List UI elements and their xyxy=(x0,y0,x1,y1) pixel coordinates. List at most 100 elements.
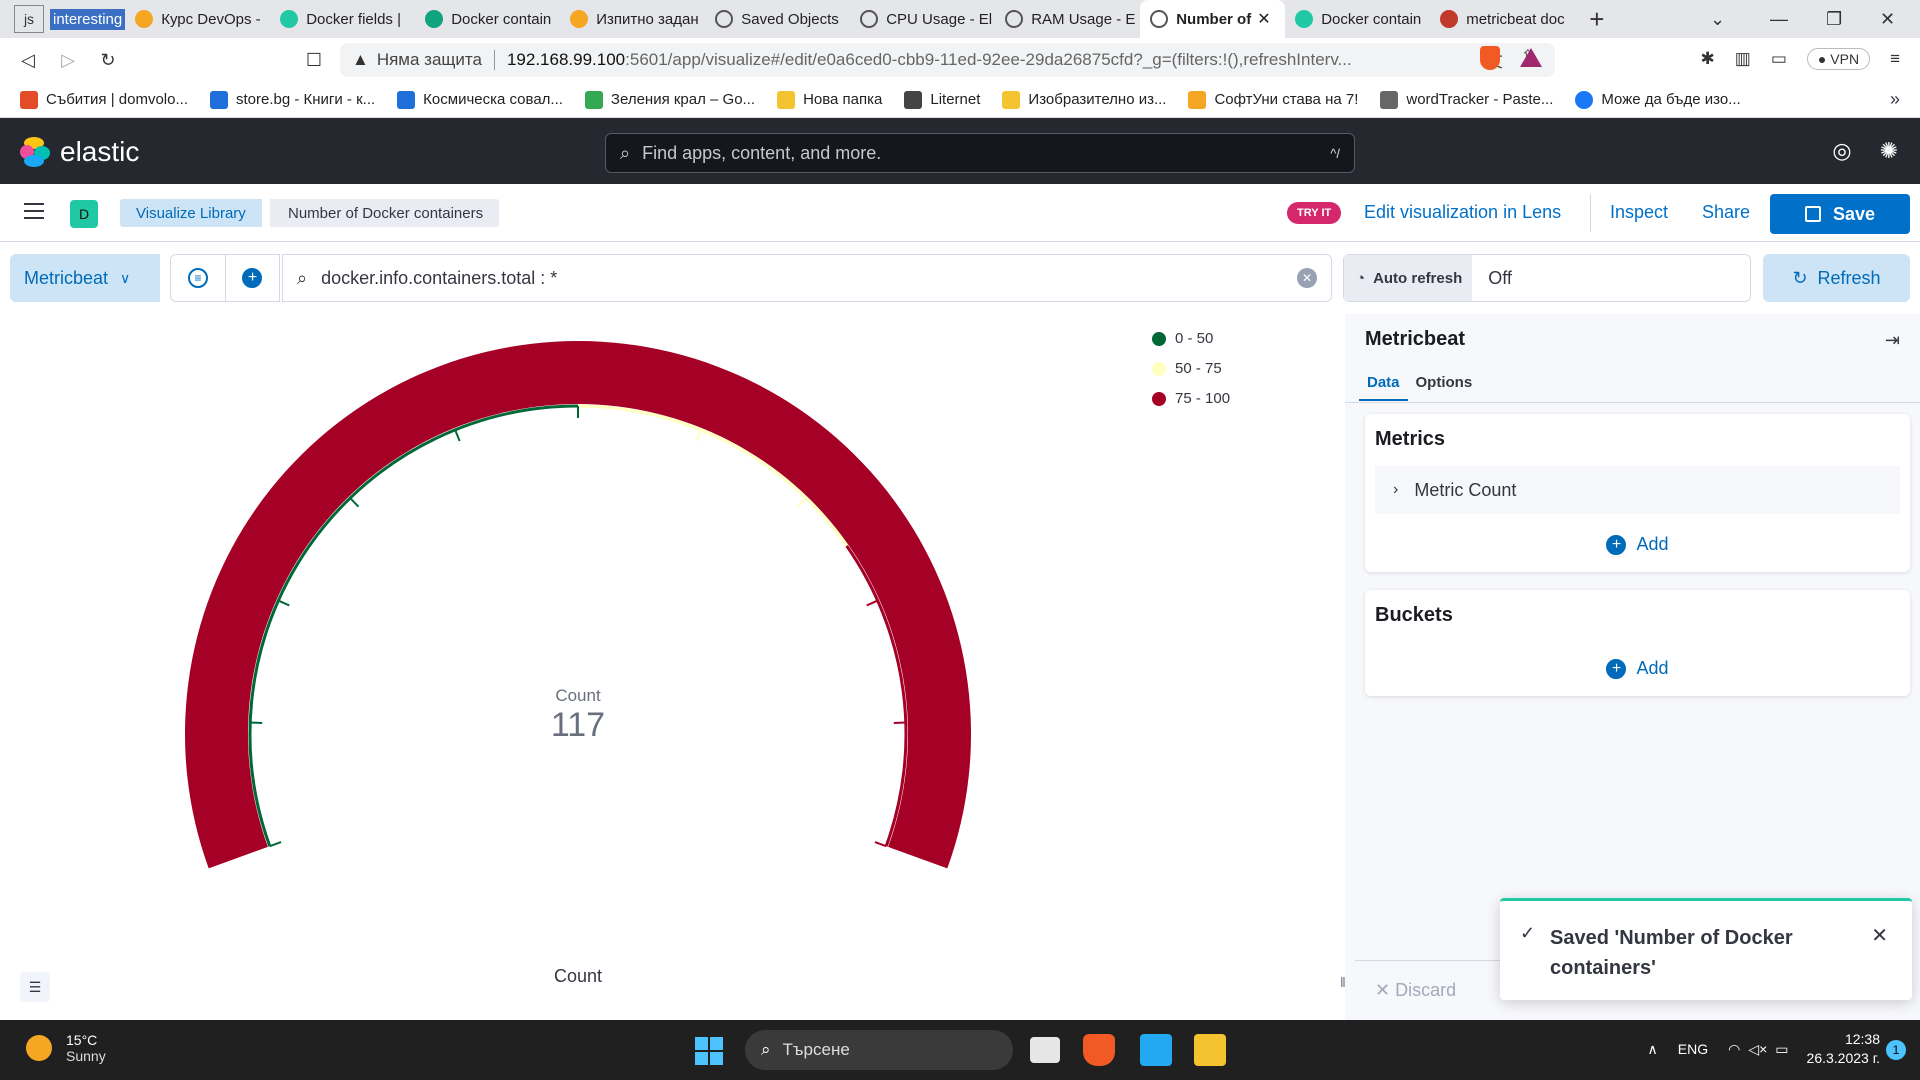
add-filter-button[interactable]: + xyxy=(224,255,279,301)
tab-docker-fields[interactable]: Docker fields | xyxy=(270,0,415,38)
hamburger-menu-icon[interactable] xyxy=(24,203,44,219)
share-link[interactable]: Share xyxy=(1702,202,1750,223)
breadcrumb-visualize-library[interactable]: Visualize Library xyxy=(120,199,262,227)
bookmark-folder[interactable]: Нова папка xyxy=(777,90,882,109)
try-it-badge: TRY IT xyxy=(1287,202,1342,224)
tab-cpu-usage[interactable]: CPU Usage - El xyxy=(850,0,995,38)
global-search-input[interactable]: ⌕ Find apps, content, and more. ^/ xyxy=(605,133,1355,173)
menu-icon[interactable]: ≡ xyxy=(1890,49,1900,69)
bookmark-item[interactable]: Може да бъде изо... xyxy=(1575,90,1741,109)
tab-ram-usage[interactable]: RAM Usage - E xyxy=(995,0,1140,38)
tab-interesting[interactable]: interesting xyxy=(50,8,126,30)
chevron-right-icon: › xyxy=(1393,481,1399,498)
tab-devops-course[interactable]: Курс DevOps - xyxy=(125,0,270,38)
weather-widget[interactable]: 15°C Sunny xyxy=(26,1032,106,1064)
vpn-button[interactable]: ● VPN xyxy=(1806,48,1871,70)
tab-data[interactable]: Data xyxy=(1359,374,1408,401)
tab-js[interactable]: js xyxy=(14,5,44,33)
minimize-icon[interactable]: — xyxy=(1770,0,1788,38)
legend-item[interactable]: 50 - 75 xyxy=(1152,360,1230,377)
brave-shield-icon[interactable] xyxy=(1480,46,1500,70)
bookmark-item[interactable]: Космическа совал... xyxy=(397,90,563,109)
extensions-icon[interactable]: ✱ xyxy=(1701,49,1715,69)
discard-button[interactable]: ✕ Discard xyxy=(1375,980,1456,1001)
space-avatar[interactable]: D xyxy=(70,200,98,228)
check-icon: ✓ xyxy=(1520,923,1536,943)
bookmark-item[interactable]: СофтУни става на 7! xyxy=(1188,90,1358,109)
more-bookmarks-icon[interactable]: » xyxy=(1890,89,1900,110)
bookmark-item[interactable]: Liternet xyxy=(904,90,980,109)
legend-item[interactable]: 0 - 50 xyxy=(1152,330,1230,347)
browser-tab-strip: js interesting Курс DevOps - Docker fiel… xyxy=(0,0,1920,38)
add-bucket-button[interactable]: + Add xyxy=(1365,658,1910,679)
save-button[interactable]: Save xyxy=(1770,194,1910,234)
query-input[interactable]: ⌕ docker.info.containers.total : * ✕ xyxy=(282,254,1332,302)
language-indicator[interactable]: ENG xyxy=(1678,1041,1708,1057)
tab-docker-containers[interactable]: Docker contain xyxy=(1285,0,1430,38)
close-window-icon[interactable]: ✕ xyxy=(1880,0,1895,38)
volume-muted-icon[interactable]: ◁× xyxy=(1748,1041,1767,1058)
refresh-button[interactable]: ↻ Refresh xyxy=(1763,254,1910,302)
elastic-icon xyxy=(280,10,299,28)
kibana-icon xyxy=(715,10,734,28)
gauge-tick xyxy=(277,599,290,607)
bookmark-folder[interactable]: Изобразително из... xyxy=(1002,90,1166,109)
address-bar[interactable]: ▲ Няма защита 192.168.99.100 :5601/app/v… xyxy=(340,43,1555,77)
close-tab-icon[interactable]: ✕ xyxy=(1257,9,1270,29)
legend-toggle-icon[interactable]: ☰ xyxy=(20,972,50,1002)
brave-rewards-icon[interactable] xyxy=(1520,48,1542,67)
maximize-icon[interactable]: ❐ xyxy=(1826,0,1842,38)
user-settings-icon[interactable]: ✺ xyxy=(1880,138,1898,164)
tab-options[interactable]: Options xyxy=(1408,374,1481,401)
chevron-down-icon: ∨ xyxy=(120,269,131,286)
tab-exam-task[interactable]: Изпитно задан xyxy=(560,0,705,38)
sidebar-icon[interactable]: ▥ xyxy=(1735,49,1751,69)
reload-icon[interactable]: ↻ xyxy=(88,50,128,71)
auto-refresh-picker[interactable]: ◔ Auto refresh Off xyxy=(1343,254,1751,302)
battery-icon[interactable]: ▭ xyxy=(1775,1041,1788,1058)
file-explorer-icon[interactable] xyxy=(1194,1034,1226,1066)
taskbar-search[interactable]: ⌕ Търсене xyxy=(745,1030,1013,1070)
vscode-icon[interactable] xyxy=(1140,1034,1172,1066)
softuni-icon xyxy=(570,10,589,28)
task-view-icon[interactable] xyxy=(1030,1037,1060,1063)
tab-docker-containers-chat[interactable]: Docker contain xyxy=(415,0,560,38)
inspect-link[interactable]: Inspect xyxy=(1610,202,1668,223)
tab-search-icon[interactable]: ⌄ xyxy=(1710,0,1725,38)
chevron-up-icon[interactable]: ∧ xyxy=(1648,1041,1658,1058)
help-icon[interactable]: ◎ xyxy=(1832,138,1851,164)
notification-badge[interactable]: 1 xyxy=(1886,1040,1906,1060)
add-metric-button[interactable]: + Add xyxy=(1365,534,1910,555)
gauge-legend: 0 - 50 50 - 75 75 - 100 xyxy=(1152,330,1230,420)
tab-metricbeat-doc[interactable]: metricbeat doc xyxy=(1430,0,1575,38)
close-toast-icon[interactable]: ✕ xyxy=(1871,923,1888,948)
start-button[interactable] xyxy=(695,1037,723,1065)
tab-saved-objects[interactable]: Saved Objects xyxy=(705,0,850,38)
elastic-logo[interactable]: elastic xyxy=(20,136,139,168)
collapse-sidebar-icon[interactable]: ⇥ xyxy=(1885,330,1900,351)
wallet-icon[interactable]: ▭ xyxy=(1771,49,1787,69)
bookmark-icon[interactable]: ☐ xyxy=(294,50,334,71)
wifi-icon[interactable]: ◠ xyxy=(1728,1041,1740,1058)
clear-query-icon[interactable]: ✕ xyxy=(1297,268,1317,288)
sun-icon xyxy=(26,1035,52,1061)
legend-item[interactable]: 75 - 100 xyxy=(1152,390,1230,407)
metric-count-row[interactable]: › Metric Count xyxy=(1375,466,1900,514)
back-icon[interactable]: ◁ xyxy=(8,50,48,71)
forward-icon[interactable]: ▷ xyxy=(48,50,88,71)
bookmark-item[interactable]: store.bg - Книги - к... xyxy=(209,90,375,109)
tab-number-of-containers[interactable]: Number of ✕ xyxy=(1140,0,1286,38)
edit-in-lens-link[interactable]: Edit visualization in Lens xyxy=(1364,202,1561,223)
filter-menu-button[interactable]: ≡ xyxy=(171,268,225,288)
brave-browser-icon[interactable] xyxy=(1083,1034,1115,1066)
bookmark-item[interactable]: Събития | domvolo... xyxy=(20,90,188,109)
bookmark-item[interactable]: Зеления крал – Go... xyxy=(584,90,755,109)
data-view-picker[interactable]: Metricbeat ∨ xyxy=(10,254,160,302)
bookmark-item[interactable]: wordTracker - Paste... xyxy=(1380,90,1553,109)
kibana-icon xyxy=(1150,10,1169,28)
new-tab-icon[interactable]: + xyxy=(1589,4,1604,35)
kibana-icon xyxy=(860,10,879,28)
gauge-tick xyxy=(874,841,887,848)
url-host: 192.168.99.100 xyxy=(506,50,626,69)
clock[interactable]: 12:38 26.3.2023 г. xyxy=(1807,1030,1880,1068)
